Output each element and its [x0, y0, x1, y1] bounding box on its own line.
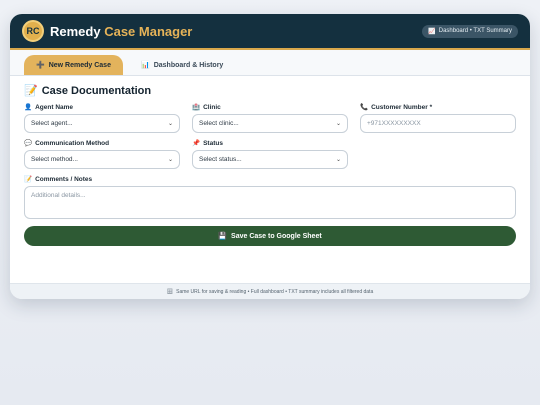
section-title: 📝 Case Documentation — [24, 84, 516, 98]
agent-select[interactable]: Select agent... ⌄ — [24, 114, 180, 133]
status-label-text: Status — [203, 139, 223, 147]
app-title-accent: Case Manager — [104, 23, 193, 39]
app-title: Remedy Case Manager — [50, 24, 192, 39]
clinic-field: 🏥 Clinic Select clinic... ⌄ — [192, 103, 348, 133]
footer-text: Same URL for saving & reading • Full das… — [176, 288, 374, 295]
app-header: RC Remedy Case Manager 📈 Dashboard • TXT… — [10, 14, 530, 50]
section-title-text: Case Documentation — [41, 84, 152, 97]
save-case-button[interactable]: 💾 Save Case to Google Sheet — [24, 226, 516, 246]
form-row-1: 👤 Agent Name Select agent... ⌄ 🏥 Clinic … — [24, 103, 516, 133]
save-button-label: Save Case to Google Sheet — [231, 232, 322, 240]
method-select[interactable]: Select method... ⌄ — [24, 150, 180, 169]
speech-bubble-icon: 💬 — [24, 140, 33, 147]
agent-label: 👤 Agent Name — [24, 103, 180, 112]
clinic-select[interactable]: Select clinic... ⌄ — [192, 114, 348, 133]
app-title-main: Remedy — [50, 23, 101, 39]
method-field: 💬 Communication Method Select method... … — [24, 139, 180, 169]
customer-label: 📞 Customer Number * — [360, 103, 516, 112]
status-select[interactable]: Select status... ⌄ — [192, 150, 348, 169]
tab-bar: ➕ New Remedy Case 📊 Dashboard & History — [10, 50, 530, 76]
logo-icon: RC — [22, 20, 44, 42]
tab-label: New Remedy Case — [48, 61, 111, 69]
clinic-label: 🏥 Clinic — [192, 103, 348, 112]
bar-chart-icon: 📊 — [140, 62, 150, 69]
clinic-select-value: Select clinic... — [199, 120, 239, 127]
customer-field: 📞 Customer Number * +971XXXXXXXXX — [360, 103, 516, 133]
case-form: 📝 Case Documentation 👤 Agent Name Select… — [10, 76, 530, 254]
method-label: 💬 Communication Method — [24, 139, 180, 148]
method-label-text: Communication Method — [35, 139, 110, 147]
status-label: 📌 Status — [192, 139, 348, 148]
memo-icon: 📝 — [24, 176, 33, 183]
agent-label-text: Agent Name — [35, 103, 74, 111]
customer-number-input[interactable]: +971XXXXXXXXX — [360, 114, 516, 133]
memo-icon: 📝 — [24, 85, 38, 97]
agent-field: 👤 Agent Name Select agent... ⌄ — [24, 103, 180, 133]
comments-label: 📝 Comments / Notes — [24, 175, 516, 184]
hospital-icon: 🏥 — [192, 104, 201, 111]
plus-icon: ➕ — [36, 62, 45, 69]
status-field: 📌 Status Select status... ⌄ — [192, 139, 348, 169]
badge-label: Dashboard • TXT Summary — [438, 28, 512, 34]
tab-new-remedy-case[interactable]: ➕ New Remedy Case — [24, 55, 123, 75]
chevron-down-icon: ⌄ — [335, 157, 341, 163]
pin-icon: 📌 — [192, 140, 201, 147]
floppy-disk-icon: 💾 — [218, 233, 228, 240]
tab-label: Dashboard & History — [153, 61, 224, 69]
person-icon: 👤 — [24, 104, 33, 111]
customer-placeholder: +971XXXXXXXXX — [367, 120, 421, 127]
clinic-label-text: Clinic — [203, 103, 221, 111]
method-select-value: Select method... — [31, 156, 78, 163]
status-select-value: Select status... — [199, 156, 242, 163]
phone-icon: 📞 — [360, 104, 369, 111]
footer: 🗄 Same URL for saving & reading • Full d… — [10, 283, 530, 299]
comments-textarea[interactable]: Additional details... — [24, 186, 516, 219]
form-row-2: 💬 Communication Method Select method... … — [24, 139, 516, 169]
chevron-down-icon: ⌄ — [335, 121, 341, 127]
customer-label-text: Customer Number * — [371, 103, 433, 111]
comments-placeholder: Additional details... — [31, 192, 86, 199]
dashboard-summary-badge[interactable]: 📈 Dashboard • TXT Summary — [422, 24, 518, 38]
comments-label-text: Comments / Notes — [35, 175, 93, 183]
chart-icon: 📈 — [428, 28, 436, 35]
database-icon: 🗄 — [166, 288, 174, 295]
agent-select-value: Select agent... — [31, 120, 73, 127]
chevron-down-icon: ⌄ — [167, 121, 173, 127]
tab-dashboard-history[interactable]: 📊 Dashboard & History — [129, 55, 235, 75]
app-card: RC Remedy Case Manager 📈 Dashboard • TXT… — [10, 14, 530, 299]
chevron-down-icon: ⌄ — [167, 157, 173, 163]
